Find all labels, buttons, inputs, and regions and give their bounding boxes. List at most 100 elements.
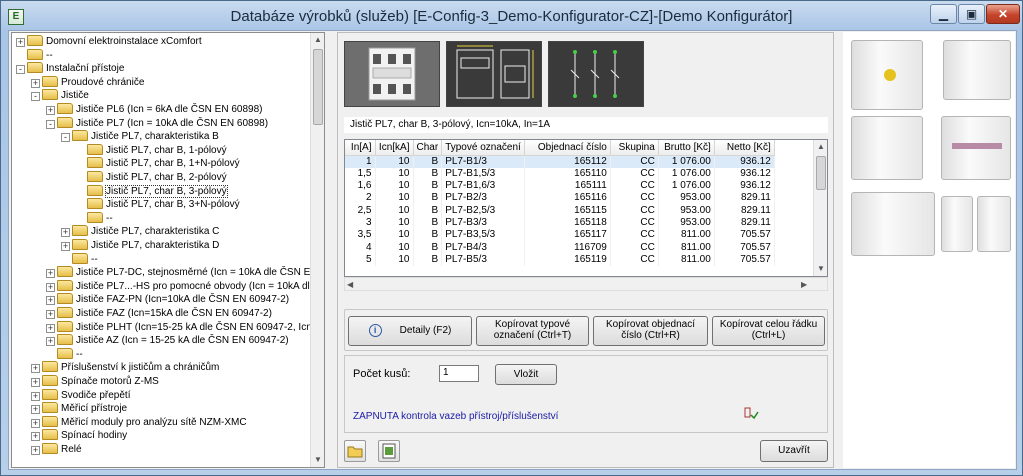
product-photo-thumbnail[interactable] xyxy=(344,41,440,107)
expand-icon[interactable]: + xyxy=(61,228,70,238)
tree-item[interactable]: Jistič PL7, char B, 2-pólový xyxy=(76,171,227,185)
expand-icon[interactable]: + xyxy=(31,78,40,88)
tree-item[interactable]: + Proudové chrániče xyxy=(31,75,144,90)
tree-item[interactable]: + Měřicí přístroje xyxy=(31,402,127,416)
expand-icon[interactable]: + xyxy=(31,418,40,428)
tree-item-label[interactable]: -- xyxy=(46,50,53,61)
tree-item[interactable]: - Jističe PL7, charakteristika B xyxy=(61,130,219,144)
table-scrollbar[interactable]: ▲ ▼ xyxy=(813,140,827,276)
table-row[interactable]: 1,6 10 B PL7-B1,6/3 165111 CC 1 076.00 936.12 xyxy=(345,180,775,193)
collapse-icon[interactable]: - xyxy=(61,133,70,143)
close-dialog-button[interactable]: Uzavřít xyxy=(760,440,828,462)
column-header[interactable]: Brutto [Kč] xyxy=(658,140,715,156)
tree-item[interactable]: + Jističe PL7, charakteristika D xyxy=(61,239,219,253)
collapse-icon[interactable]: - xyxy=(31,92,40,102)
tree-item-label[interactable]: Jistič PL7, char B, 3+N-pólový xyxy=(106,199,240,210)
tree-item-label[interactable]: Jistič PL7, char B, 1-pólový xyxy=(106,145,227,156)
tree-item[interactable]: + Jističe PL7-DC, stejnosměrné (Icn = 10k… xyxy=(46,266,324,280)
scroll-thumb[interactable] xyxy=(816,156,826,190)
quantity-input[interactable]: 1 xyxy=(439,365,479,382)
copy-type-button[interactable]: Kopírovat typové označení (Ctrl+T) xyxy=(476,316,589,346)
tree-item-label[interactable]: Instalační přístoje xyxy=(46,63,124,74)
tree-item-label[interactable]: Jističe FAZ-PN (Icn=10kA dle ČSN EN 6094… xyxy=(76,294,289,305)
tree-item[interactable]: - Jističe PL7 (Icn = 10kA dle ČSN EN 6089… xyxy=(46,116,268,131)
tree-item[interactable]: Jistič PL7, char B, 1+N-pólový xyxy=(76,157,240,171)
expand-icon[interactable]: + xyxy=(46,337,55,347)
tree-item-label[interactable]: -- xyxy=(76,349,83,360)
expand-icon[interactable]: + xyxy=(46,323,55,333)
expand-icon[interactable]: + xyxy=(16,38,25,47)
tree-item[interactable]: + Spínače motorů Z-MS xyxy=(31,375,159,389)
product-table[interactable]: In[A] Icn[kA] Char Typové označení Objednací… xyxy=(344,139,828,277)
tree-item-label[interactable]: Příslušenství k jističům a chráničům xyxy=(61,362,219,373)
tree-item[interactable]: + Spínací hodiny xyxy=(31,429,127,443)
tree-item[interactable]: + Jističe FAZ (Icn=15kA dle ČSN EN 60947-… xyxy=(46,307,272,321)
tree-item[interactable]: - Jističe xyxy=(31,89,89,103)
collapse-icon[interactable]: - xyxy=(46,119,55,129)
tree-item-label[interactable]: Jističe PL7, charakteristika B xyxy=(91,131,219,142)
expand-icon[interactable]: + xyxy=(46,296,55,306)
table-row[interactable]: 2,5 10 B PL7-B2,5/3 165115 CC 953.00 829.11 xyxy=(345,204,775,217)
tree-item-label[interactable]: Jistič PL7, char B, 1+N-pólový xyxy=(106,158,240,169)
table-row[interactable]: 1 10 B PL7-B1/3 165112 CC 1 076.00 936.12 xyxy=(345,155,775,168)
expand-icon[interactable]: + xyxy=(46,310,55,319)
link-check-icon[interactable] xyxy=(743,406,759,425)
tree-item[interactable]: -- xyxy=(46,347,83,362)
tree-item[interactable]: + Jističe AZ (Icn = 15-25 kA dle ČSN EN 6… xyxy=(46,334,289,348)
tree-item-label[interactable]: Jističe FAZ (Icn=15kA dle ČSN EN 60947-2… xyxy=(76,308,272,319)
table-row[interactable]: 4 10 B PL7-B4/3 116709 CC 811.00 705.57 xyxy=(345,241,775,254)
tree-item[interactable]: + Jističe PL7...-HS pro pomocné obvody (I… xyxy=(46,279,324,294)
tree-item[interactable]: + Měřicí moduly pro analýzu sítě NZM-XMC xyxy=(31,415,247,430)
tree-item[interactable]: Jistič PL7, char B, 1-pólový xyxy=(76,143,227,158)
tree-item-label[interactable]: Svodiče přepětí xyxy=(61,390,131,401)
expand-icon[interactable]: + xyxy=(31,391,40,401)
tree-item[interactable]: - Instalační přístoje xyxy=(16,62,124,76)
tree-item-label[interactable]: Jističe PL7, charakteristika C xyxy=(91,226,219,237)
column-header[interactable]: Icn[kA] xyxy=(375,140,414,156)
export-button[interactable] xyxy=(378,440,400,462)
tree-item-label[interactable]: Jističe PL7-DC, stejnosměrné (Icn = 10kA… xyxy=(76,267,324,278)
tree-item-label[interactable]: Jističe PL7, charakteristika D xyxy=(91,240,219,251)
tree-item-label[interactable]: -- xyxy=(91,254,98,265)
scroll-down-icon[interactable]: ▼ xyxy=(814,262,827,276)
expand-icon[interactable]: + xyxy=(61,242,70,251)
column-header[interactable]: Netto [Kč] xyxy=(714,140,775,156)
tree-item[interactable]: + Příslušenství k jističům a chráničům xyxy=(31,361,219,375)
tree-item-label[interactable]: Spínače motorů Z-MS xyxy=(61,376,159,387)
table-row[interactable]: 3 10 B PL7-B3/3 165118 CC 953.00 829.11 xyxy=(345,216,775,230)
scroll-right-icon[interactable]: ▶ xyxy=(801,280,809,289)
expand-icon[interactable]: + xyxy=(31,378,40,387)
tree-item-label[interactable]: Spínací hodiny xyxy=(61,430,127,441)
tree-item-label[interactable]: Měřicí přístroje xyxy=(61,403,127,414)
expand-icon[interactable]: + xyxy=(31,364,40,374)
table-row[interactable]: 1,5 10 B PL7-B1,5/3 165110 CC 1 076.00 936.12 xyxy=(345,167,775,181)
minimize-button[interactable]: ▁ xyxy=(930,4,957,24)
dimension-drawing-thumbnail[interactable] xyxy=(446,41,542,107)
open-folder-button[interactable] xyxy=(344,440,366,462)
tree-item[interactable]: Jistič PL7, char B, 3+N-pólový xyxy=(76,198,240,212)
table-row[interactable]: 3,5 10 B PL7-B3,5/3 165117 CC 811.00 705.57 xyxy=(345,229,775,242)
expand-icon[interactable]: + xyxy=(31,432,40,442)
table-hscrollbar[interactable]: ◀ ▶ xyxy=(344,277,828,291)
tree-item[interactable]: + Domovní elektroinstalace xComfort xyxy=(16,35,202,49)
tree-item-label[interactable]: Jističe PL7...-HS pro pomocné obvody (Ic… xyxy=(76,281,324,292)
tree-item[interactable]: + Jističe FAZ-PN (Icn=10kA dle ČSN EN 609… xyxy=(46,293,289,307)
column-header[interactable]: Skupina xyxy=(610,140,659,156)
category-tree[interactable]: + Relé + Spínací hodiny + Měřicí moduly pro a… xyxy=(11,32,325,468)
expand-icon[interactable]: + xyxy=(46,269,55,279)
scroll-thumb[interactable] xyxy=(313,49,323,125)
wiring-diagram-thumbnail[interactable] xyxy=(548,41,644,107)
expand-icon[interactable]: + xyxy=(46,282,55,292)
tree-item-label[interactable]: Jističe PL7 (Icn = 10kA dle ČSN EN 60898… xyxy=(76,118,268,129)
tree-item-label[interactable]: Domovní elektroinstalace xComfort xyxy=(46,36,202,47)
tree-item-label[interactable]: Měřicí moduly pro analýzu sítě NZM-XMC xyxy=(61,417,247,428)
tree-item-label[interactable]: Proudové chrániče xyxy=(61,77,144,88)
column-header[interactable]: Typové označení xyxy=(441,140,525,156)
scroll-up-icon[interactable]: ▲ xyxy=(814,140,827,154)
maximize-button[interactable]: ▣ xyxy=(958,4,985,24)
column-header[interactable]: Char xyxy=(413,140,443,156)
expand-icon[interactable]: + xyxy=(31,446,40,455)
copy-order-number-button[interactable]: Kopírovat objednací číslo (Ctrl+R) xyxy=(593,316,708,346)
tree-item-label[interactable]: Jistič PL7, char B, 3-pólový xyxy=(105,184,228,198)
tree-item-label[interactable]: Jistič PL7, char B, 2-pólový xyxy=(106,172,227,183)
